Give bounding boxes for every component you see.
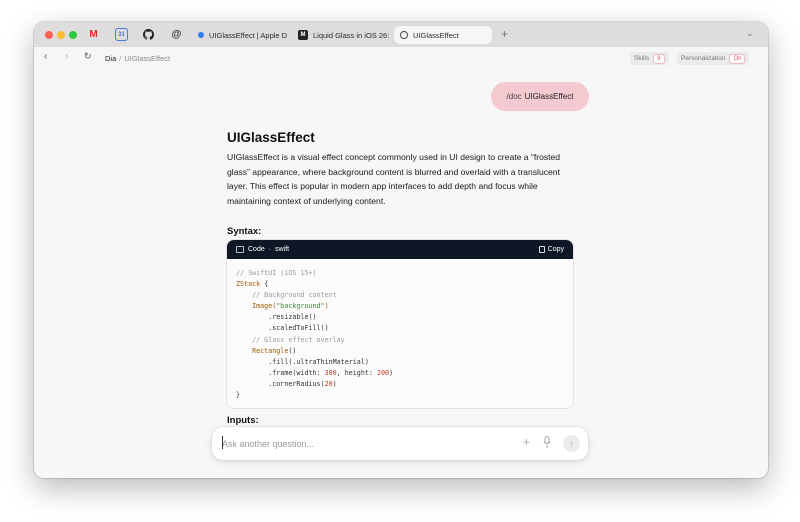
code-line: } <box>236 391 241 400</box>
syntax-heading: Syntax: <box>227 226 262 237</box>
forward-button[interactable]: › <box>65 51 68 62</box>
personalization-button[interactable]: Personalization On <box>677 52 750 65</box>
gmail-icon[interactable]: M <box>87 28 100 41</box>
new-tab-button[interactable]: + <box>501 27 508 41</box>
code-line: .frame(width: 300, height: 200) <box>236 368 394 377</box>
copy-icon <box>538 246 545 253</box>
code-line: // Background content <box>236 291 337 300</box>
inputs-heading: Inputs: <box>227 415 259 426</box>
user-query: UIGlassEffect <box>524 92 574 101</box>
code-icon <box>236 246 244 253</box>
tab-liquid-glass[interactable]: M Liquid Glass in iOS 26: <box>292 26 390 44</box>
minimize-window-button[interactable] <box>57 31 65 39</box>
tab-label: UIGlassEffect | Apple D <box>209 30 288 40</box>
code-line: .cornerRadius(20) <box>236 379 337 388</box>
code-line: ZStack { <box>236 280 269 289</box>
breadcrumb-current: UIGlassEffect <box>124 54 171 63</box>
chat-bubble-icon <box>400 31 408 39</box>
microphone-icon[interactable] <box>543 436 551 449</box>
code-block: Code · swift Copy // SwiftUI (iOS 15+) Z… <box>227 240 573 408</box>
code-line: Rectangle() <box>236 346 297 355</box>
browser-window: M 31 @ UIGlassEffect | Apple D M Liquid … <box>34 22 768 478</box>
tab-uiglasseffect-active[interactable]: UIGlassEffect <box>394 26 492 44</box>
user-command: /doc <box>506 92 522 101</box>
code-block-header: Code · swift Copy <box>227 240 573 259</box>
tab-label: Liquid Glass in iOS 26: <box>313 30 390 40</box>
code-line: Image("background") <box>236 302 329 311</box>
personalization-state-badge: On <box>729 53 746 64</box>
github-icon[interactable] <box>142 28 155 41</box>
skills-button[interactable]: Skills 9 <box>630 52 669 65</box>
send-button[interactable]: ↑ <box>563 435 580 452</box>
chat-content: /doc UIGlassEffect UIGlassEffect UIGlass… <box>34 69 768 478</box>
ask-input[interactable] <box>222 436 502 451</box>
code-line: // Glass effect overlay <box>236 335 345 344</box>
text-caret <box>222 436 223 449</box>
apple-docs-icon <box>198 32 204 38</box>
copy-label: Copy <box>547 246 564 253</box>
code-label: Code <box>248 246 265 253</box>
personalization-label: Personalization <box>681 55 726 62</box>
user-message-bubble: /doc UIGlassEffect <box>491 82 589 111</box>
code-line: .scaledToFill() <box>236 324 329 333</box>
calendar-icon[interactable]: 31 <box>115 28 128 41</box>
back-button[interactable]: ‹ <box>44 51 47 62</box>
toolbar: ‹ › ↻ Dia / UIGlassEffect Skills 9 Persona… <box>34 47 768 69</box>
answer-paragraph: UIGlassEffect is a visual effect concept… <box>227 152 561 206</box>
title-bar: M 31 @ UIGlassEffect | Apple D M Liquid … <box>34 22 768 47</box>
zoom-window-button[interactable] <box>69 31 77 39</box>
code-language: swift <box>275 246 290 253</box>
ask-bar: + ↑ <box>212 427 588 460</box>
answer-heading: UIGlassEffect <box>227 130 315 145</box>
code-line: .fill(.ultraThinMaterial) <box>236 357 369 366</box>
reload-button[interactable]: ↻ <box>84 51 92 62</box>
code-text: // SwiftUI (iOS 15+) ZStack { // Backgro… <box>236 268 393 401</box>
breadcrumb-root[interactable]: Dia <box>105 54 116 63</box>
code-line: // SwiftUI (iOS 15+) <box>236 269 317 277</box>
close-window-button[interactable] <box>45 31 53 39</box>
tab-apple-docs[interactable]: UIGlassEffect | Apple D <box>192 26 290 44</box>
code-line: .resizable() <box>236 313 317 322</box>
copy-button[interactable]: Copy <box>538 246 564 253</box>
breadcrumb-separator: / <box>119 54 122 63</box>
chevron-down-icon[interactable]: ⌄ <box>746 28 754 39</box>
tab-label: UIGlassEffect <box>413 30 459 40</box>
plus-icon[interactable]: + <box>523 435 530 449</box>
threads-icon[interactable]: @ <box>170 28 183 41</box>
skills-count-badge: 9 <box>653 53 665 64</box>
code-separator: · <box>268 246 272 253</box>
medium-icon: M <box>298 30 308 40</box>
breadcrumb: Dia / UIGlassEffect <box>105 54 170 63</box>
skills-label: Skills <box>634 55 650 62</box>
